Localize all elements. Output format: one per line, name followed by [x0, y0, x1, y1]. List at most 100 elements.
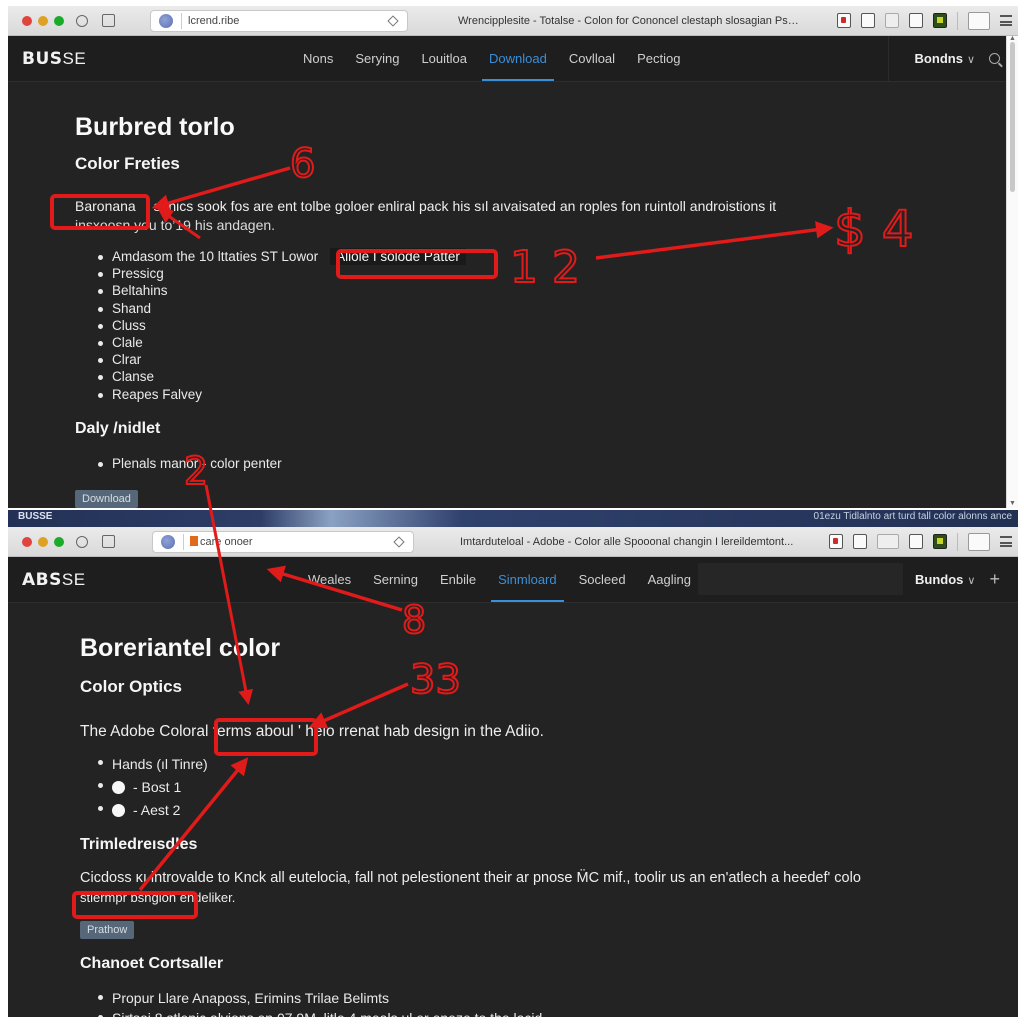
site-logo[interactable]: BUSSE — [22, 49, 86, 69]
calendar-icon[interactable] — [909, 534, 923, 549]
bottom-edge — [8, 1017, 1018, 1024]
preview-button[interactable]: Prathow — [80, 921, 135, 939]
nav-item-weales[interactable]: Weales — [297, 557, 362, 603]
maximize-window-button[interactable] — [54, 15, 64, 26]
reader-icon[interactable] — [877, 534, 899, 549]
minimize-window-button[interactable] — [38, 15, 48, 26]
extension-icon[interactable] — [933, 534, 947, 549]
list-item-text: - Aest 2 — [133, 802, 181, 818]
account-dropdown[interactable]: Bondns ∨ — [915, 51, 975, 66]
bookmark-diamond-icon[interactable] — [387, 14, 399, 27]
account-dropdown-label: Bundos — [915, 572, 964, 587]
nav-item-sinmloard[interactable]: Sinmloard — [487, 557, 568, 603]
close-window-button[interactable] — [22, 536, 32, 547]
page-heading: Burbred torlo — [75, 113, 235, 141]
nav-item-pectiog[interactable]: Pectiog — [626, 36, 691, 82]
page-content: Boreriantel color Color Optics The Adobe… — [8, 604, 1006, 1017]
list-item: Propur Llare Anaposs, Erimins Trilae Bel… — [97, 988, 1006, 1008]
account-dropdown[interactable]: Bundos ∨ — [915, 572, 975, 587]
list-item: Sirtsoi 8 stlenic alvions en 07 9M, litl… — [97, 1008, 1006, 1017]
toolbar-divider — [957, 11, 958, 30]
scroll-down-arrow-icon[interactable]: ▼ — [1009, 500, 1016, 507]
background-window-strip: BUSSE 01ezu Tidlalnto art turd tall colo… — [8, 510, 1018, 527]
download-button[interactable]: Download — [75, 490, 138, 508]
nav-item-enbile[interactable]: Enbile — [429, 557, 487, 603]
url-text[interactable]: lcrend.ribe — [188, 15, 389, 27]
section-heading: Trimledreısdles — [80, 836, 198, 853]
chevron-down-icon: ∨ — [966, 54, 975, 66]
nav-search-field[interactable] — [698, 563, 903, 595]
page-title-tab: Imtarduteloal - Adobe - Color alle Spooo… — [460, 535, 794, 548]
logo-bold-text: ABS — [22, 569, 62, 590]
intro-paragraph-line2: insxoosn you to’19 his andagen. — [75, 217, 276, 233]
url-text[interactable]: care onoer — [190, 535, 395, 548]
color-list: Hands (ıl Tinre) - Bost 1 - Aest 2 — [97, 753, 1006, 822]
strip-text: 01ezu Tidlalnto art turd tall color alon… — [813, 511, 1012, 522]
reload-icon[interactable] — [76, 14, 88, 27]
list-item: Clanse — [97, 368, 1006, 385]
minimize-window-button[interactable] — [38, 536, 48, 547]
nav-menu: Nons Serying Louitloa Download Covlloal … — [292, 36, 691, 82]
nav-menu: Weales Serning Enbile Sinmloard Socleed … — [297, 557, 702, 603]
page-heading: Boreriantel color — [80, 634, 281, 662]
nav-item-download[interactable]: Download — [478, 36, 558, 82]
nav-item-serying[interactable]: Serying — [344, 36, 410, 82]
color-swatch-white[interactable] — [112, 804, 125, 817]
page-content: Burbred torlo Color Freties Baronana sen… — [8, 83, 1006, 508]
nav-item-covlloal[interactable]: Covlloal — [558, 36, 626, 82]
reader-icon[interactable] — [885, 13, 899, 28]
extension-icon[interactable] — [933, 13, 947, 28]
list-item: Hands (ıl Tinre) — [97, 753, 1006, 776]
nav-item-louitloa[interactable]: Louitloa — [410, 36, 478, 82]
page-icon[interactable] — [861, 13, 875, 28]
nav-right: Bondns ∨ — [915, 51, 1000, 66]
section-paragraph-end: endeliker. — [176, 890, 236, 905]
scroll-up-arrow-icon[interactable]: ▲ — [1009, 35, 1016, 42]
menu-icon[interactable] — [1000, 15, 1012, 26]
sidebar-toggle-icon[interactable] — [102, 535, 115, 548]
clipboard-icon[interactable] — [829, 534, 843, 549]
sidebar-icon[interactable] — [968, 11, 990, 30]
nav-item-nons[interactable]: Nons — [292, 36, 344, 82]
menu-icon[interactable] — [1000, 536, 1012, 547]
site-logo[interactable]: ABSSE — [22, 570, 86, 590]
section-heading: Daly /nidlet — [75, 419, 161, 437]
nav-item-serning[interactable]: Serning — [362, 557, 429, 603]
page-icon[interactable] — [853, 534, 867, 549]
close-window-button[interactable] — [22, 15, 32, 26]
url-value: care onoer — [200, 535, 253, 548]
maximize-window-button[interactable] — [54, 536, 64, 547]
plus-icon[interactable]: + — [989, 569, 1000, 590]
section-subtitle: Color Optics — [80, 677, 183, 696]
browser-window-top: lcrend.ribe Wrencipplesite - Totalse - C… — [8, 6, 1018, 508]
browser-toolbar: lcrend.ribe Wrencipplesite - Totalse - C… — [8, 6, 1018, 36]
sidebar-toggle-icon[interactable] — [102, 14, 115, 27]
address-bar[interactable]: lcrend.ribe — [150, 9, 408, 32]
address-bar[interactable]: care onoer — [152, 530, 414, 553]
bookmark-diamond-icon[interactable] — [393, 535, 405, 548]
reload-icon[interactable] — [76, 535, 88, 548]
url-separator — [181, 12, 182, 29]
clipboard-icon[interactable] — [837, 13, 851, 28]
search-icon[interactable] — [989, 53, 1000, 64]
section-list: Propur Llare Anaposs, Erimins Trilae Bel… — [97, 988, 1006, 1017]
strip-logo: BUSSE — [18, 511, 53, 522]
nav-item-socleed[interactable]: Socleed — [568, 557, 637, 603]
url-separator — [183, 533, 184, 550]
pattern-chip[interactable]: Aliole I solode Patter — [330, 248, 466, 266]
toolbar-divider — [957, 532, 958, 551]
intro-paragraph: The Adobe Coloral ferms aboul ' helo rre… — [80, 722, 1006, 741]
section-paragraph: Cicdoss ᴋı introvalde to Knck all eutelo… — [80, 868, 1006, 908]
color-swatch-white[interactable] — [112, 781, 125, 794]
scrollbar-thumb[interactable] — [1010, 42, 1015, 192]
nav-item-aagling[interactable]: Aagling — [637, 557, 702, 603]
section-list: Plenals manor - color penter — [97, 455, 1006, 472]
logo-light-text: SE — [62, 48, 87, 68]
toolbar-icons — [829, 532, 1012, 551]
page-scrollbar[interactable]: ▲ ▼ — [1006, 35, 1018, 508]
site-navigation: ABSSE Weales Serning Enbile Sinmloard So… — [8, 557, 1018, 603]
calendar-icon[interactable] — [909, 13, 923, 28]
sidebar-icon[interactable] — [968, 532, 990, 551]
window-controls — [22, 15, 64, 26]
list-item: Beltahins — [97, 282, 1006, 299]
